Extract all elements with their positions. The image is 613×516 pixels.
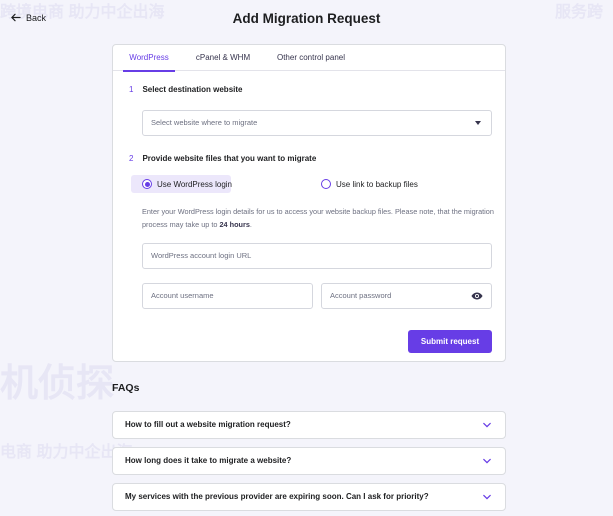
step-2-label: Provide website files that you want to m…	[142, 154, 317, 163]
submit-request-button[interactable]: Submit request	[408, 330, 492, 353]
chevron-down-icon	[483, 422, 491, 428]
login-info-text: Enter your WordPress login details for u…	[142, 205, 494, 231]
password-field[interactable]: Account password	[321, 283, 492, 309]
login-info-body: Enter your WordPress login details for u…	[142, 207, 494, 229]
option-backup-link[interactable]: Use link to backup files	[321, 179, 418, 189]
caret-down-icon	[475, 121, 481, 125]
step-1-title: 1 Select destination website	[129, 85, 242, 94]
radio-unchecked-icon[interactable]	[321, 179, 331, 189]
login-url-field[interactable]: WordPress account login URL	[142, 243, 492, 269]
faq-item[interactable]: How long does it take to migrate a websi…	[112, 447, 506, 475]
chevron-down-icon	[483, 458, 491, 464]
watermark-logo-left: 机侦探	[0, 363, 115, 405]
radio-checked-icon[interactable]	[142, 179, 152, 189]
faq-title: FAQs	[112, 382, 140, 394]
tab-cpanel-whm[interactable]: cPanel & WHM	[191, 45, 255, 71]
username-field[interactable]: Account username	[142, 283, 313, 309]
option-wordpress-login[interactable]: Use WordPress login	[142, 179, 232, 189]
eye-icon[interactable]	[471, 291, 483, 301]
username-placeholder: Account username	[151, 291, 214, 300]
faq-question: How to fill out a website migration requ…	[125, 420, 291, 429]
step-1-number: 1	[129, 85, 134, 94]
chevron-down-icon	[483, 494, 491, 500]
login-info-duration: 24 hours	[219, 220, 250, 229]
step-1-label: Select destination website	[142, 85, 243, 94]
option-backup-link-label: Use link to backup files	[336, 179, 418, 189]
login-info-end: .	[249, 220, 252, 229]
page-title: Add Migration Request	[232, 11, 381, 26]
faq-question: My services with the previous provider a…	[125, 492, 429, 501]
tab-other-control-panel[interactable]: Other control panel	[271, 45, 351, 71]
tab-bar: WordPress cPanel & WHM Other control pan…	[113, 45, 505, 72]
faq-item[interactable]: How to fill out a website migration requ…	[112, 411, 506, 439]
password-placeholder: Account password	[330, 291, 392, 300]
step-2-title: 2 Provide website files that you want to …	[129, 154, 316, 163]
login-url-placeholder: WordPress account login URL	[151, 251, 252, 260]
faq-question: How long does it take to migrate a websi…	[125, 456, 292, 465]
destination-website-placeholder: Select website where to migrate	[151, 118, 258, 127]
step-2-number: 2	[129, 154, 134, 163]
destination-website-select[interactable]: Select website where to migrate	[142, 110, 492, 136]
faq-item[interactable]: My services with the previous provider a…	[112, 483, 506, 511]
tab-wordpress[interactable]: WordPress	[123, 45, 175, 72]
option-wordpress-login-label: Use WordPress login	[157, 179, 232, 189]
